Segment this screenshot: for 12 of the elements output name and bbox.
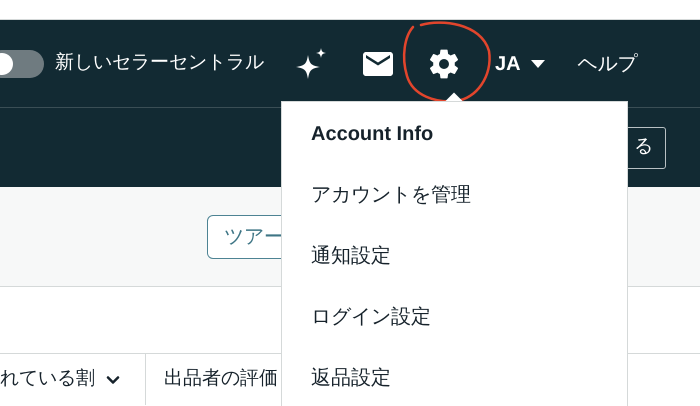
caret-icon xyxy=(530,60,545,68)
menu-item[interactable]: 通知設定 xyxy=(311,239,627,300)
column-header: 出品者の評価 xyxy=(163,367,278,392)
column-header[interactable]: れている割 xyxy=(0,354,146,405)
menu-item[interactable]: 返品設定 xyxy=(311,361,627,406)
account-menu[interactable]: JA xyxy=(495,48,545,78)
menu-item[interactable]: ログイン設定 xyxy=(311,300,627,361)
help-link[interactable]: ヘルプ xyxy=(578,48,638,78)
toggle-label: 新しいセラーセントラル xyxy=(55,51,264,76)
toggle-switch[interactable] xyxy=(0,50,44,78)
menu-item[interactable]: アカウントを管理 xyxy=(311,178,627,239)
settings-icon[interactable] xyxy=(428,48,460,80)
